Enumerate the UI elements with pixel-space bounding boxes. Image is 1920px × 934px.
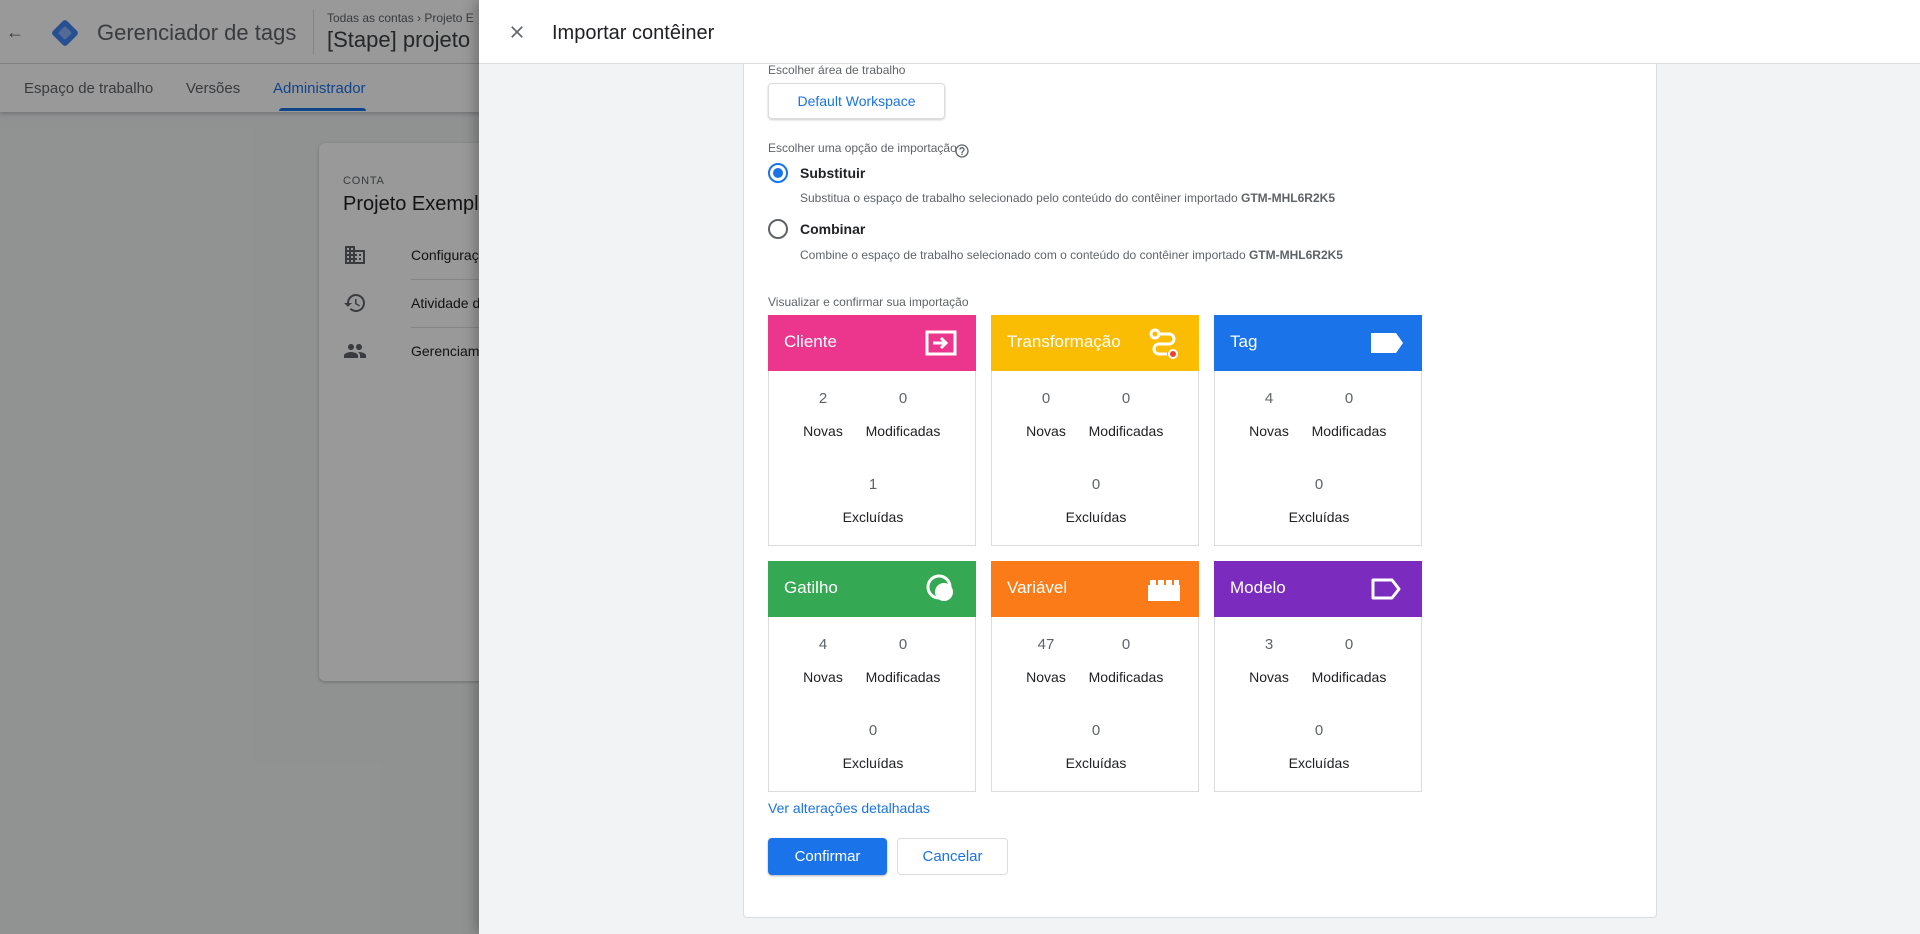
tile-header: Cliente xyxy=(768,315,976,371)
modified-caption: Modificadas xyxy=(1311,669,1387,685)
merge-option-title[interactable]: Combinar xyxy=(800,221,865,237)
sheet-title: Importar contêiner xyxy=(552,22,715,44)
variable-icon xyxy=(1148,580,1180,601)
deleted-count: 1 xyxy=(868,476,878,493)
replace-option-title[interactable]: Substituir xyxy=(800,165,865,181)
deleted-caption: Excluídas xyxy=(1065,509,1127,525)
trigger-tile: Gatilho 4 0 Novas Modificadas 0 Excluída… xyxy=(768,561,976,792)
tile-name: Cliente xyxy=(784,332,837,351)
modified-count: 0 xyxy=(1121,390,1131,407)
deleted-caption: Excluídas xyxy=(1065,755,1127,771)
modified-count: 0 xyxy=(898,390,908,407)
import-option-label: Escolher uma opção de importação xyxy=(768,141,957,155)
trigger-icon xyxy=(926,574,953,601)
tag-tile: Tag 4 0 Novas Modificadas 0 Excluídas xyxy=(1214,315,1422,546)
deleted-count: 0 xyxy=(868,722,878,739)
deleted-caption: Excluídas xyxy=(842,509,904,525)
deleted-caption: Excluídas xyxy=(1288,755,1350,771)
modified-count: 0 xyxy=(898,636,908,653)
new-count: 3 xyxy=(1264,636,1274,653)
merge-container-id: GTM-MHL6R2K5 xyxy=(1248,248,1343,262)
workspace-label: Escolher área de trabalho xyxy=(768,63,906,77)
replace-option-description: Substitua o espaço de trabalho seleciona… xyxy=(800,191,1335,205)
modified-caption: Modificadas xyxy=(1088,423,1164,439)
merge-radio[interactable] xyxy=(768,219,788,239)
new-count: 2 xyxy=(818,390,828,407)
modified-count: 0 xyxy=(1344,636,1354,653)
help-icon[interactable] xyxy=(954,143,970,159)
variable-tile: Variável 47 0 Novas Modificadas 0 Excluí… xyxy=(991,561,1199,792)
transformation-icon xyxy=(1149,328,1178,359)
replace-radio[interactable] xyxy=(768,163,788,183)
new-count: 4 xyxy=(818,636,828,653)
modified-caption: Modificadas xyxy=(865,423,941,439)
replace-container-id: GTM-MHL6R2K5 xyxy=(1240,191,1335,205)
tile-header: Tag xyxy=(1214,315,1422,371)
deleted-count: 0 xyxy=(1091,722,1101,739)
transformation-tile: Transformação 0 0 Novas Modificadas 0 Ex… xyxy=(991,315,1199,546)
close-button[interactable] xyxy=(503,18,531,46)
tile-header: Variável xyxy=(991,561,1199,617)
new-count: 4 xyxy=(1264,390,1274,407)
modified-caption: Modificadas xyxy=(1311,423,1387,439)
client-tile: Cliente 2 0 Novas Modificadas 1 Excluída… xyxy=(768,315,976,546)
deleted-count: 0 xyxy=(1314,722,1324,739)
close-icon xyxy=(511,26,523,38)
tile-header: Transformação xyxy=(991,315,1199,371)
sheet-header: Importar contêiner xyxy=(479,0,1920,64)
cancel-button[interactable]: Cancelar xyxy=(897,838,1008,875)
confirm-button[interactable]: Confirmar xyxy=(768,838,887,875)
modified-count: 0 xyxy=(1344,390,1354,407)
template-icon xyxy=(1371,578,1401,600)
new-count: 47 xyxy=(1037,636,1055,653)
tile-name: Modelo xyxy=(1230,578,1286,597)
merge-option-description: Combine o espaço de trabalho selecionado… xyxy=(800,248,1343,262)
client-icon xyxy=(925,330,957,356)
new-count: 0 xyxy=(1041,390,1051,407)
tile-name: Gatilho xyxy=(784,578,838,597)
import-panel: Escolher área de trabalho Default Worksp… xyxy=(743,40,1657,918)
tile-header: Modelo xyxy=(1214,561,1422,617)
tile-header: Gatilho xyxy=(768,561,976,617)
template-tile: Modelo 3 0 Novas Modificadas 0 Excluídas xyxy=(1214,561,1422,792)
deleted-count: 0 xyxy=(1091,476,1101,493)
modified-caption: Modificadas xyxy=(865,669,941,685)
tile-name: Transformação xyxy=(1007,332,1121,351)
modified-count: 0 xyxy=(1121,636,1131,653)
tag-icon xyxy=(1371,333,1403,353)
detailed-changes-link[interactable]: Ver alterações detalhadas xyxy=(768,800,930,816)
tile-name: Variável xyxy=(1007,578,1068,597)
import-container-sheet: Importar contêiner Escolher área de trab… xyxy=(479,0,1920,934)
modified-caption: Modificadas xyxy=(1088,669,1164,685)
preview-label: Visualizar e confirmar sua importação xyxy=(768,295,969,309)
deleted-count: 0 xyxy=(1314,476,1324,493)
workspace-selector-button[interactable]: Default Workspace xyxy=(768,83,945,119)
tile-name: Tag xyxy=(1230,332,1258,351)
deleted-caption: Excluídas xyxy=(1288,509,1350,525)
deleted-caption: Excluídas xyxy=(842,755,904,771)
